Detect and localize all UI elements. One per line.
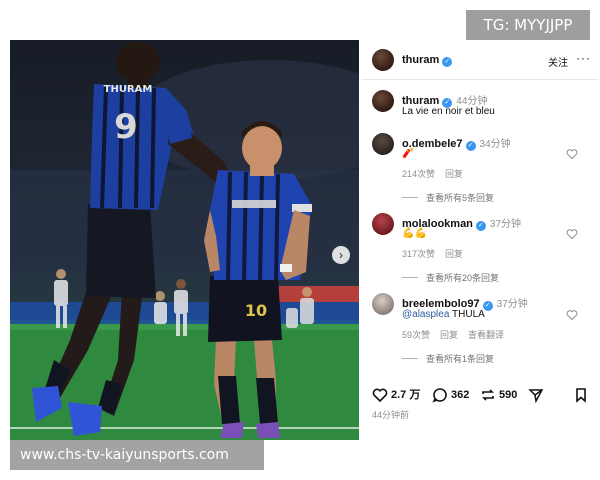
like-button[interactable]: 2.7 万 xyxy=(372,386,420,404)
action-bar: 2.7 万 362 590 xyxy=(362,386,598,408)
verified-badge-icon: ✓ xyxy=(465,141,476,151)
view-replies-link[interactable]: 查看所有20条回复 xyxy=(402,271,499,284)
comment-meta: 59次赞 回复 查看翻译 xyxy=(402,328,514,341)
divider xyxy=(402,197,418,198)
follow-button[interactable]: 关注 xyxy=(548,54,568,69)
avatar[interactable] xyxy=(372,49,394,71)
save-button[interactable] xyxy=(574,386,591,404)
chevron-right-icon[interactable]: › xyxy=(332,246,350,264)
divider xyxy=(402,277,418,278)
comment-text: 🧨 xyxy=(402,148,415,159)
watermark-top: TG: MYYJJPP xyxy=(466,10,590,40)
comment-likes[interactable]: 214次赞 xyxy=(402,169,435,179)
player1-name-text: THURAM xyxy=(104,84,153,95)
avatar[interactable] xyxy=(372,293,394,315)
avatar[interactable] xyxy=(372,213,394,235)
reply-button[interactable]: 回复 xyxy=(445,169,463,179)
verified-badge-icon: ✓ xyxy=(475,221,486,231)
avatar[interactable] xyxy=(372,90,394,112)
comment-count: 362 xyxy=(451,389,470,401)
comment-icon xyxy=(432,388,447,403)
comment-text: @alasplea THULA xyxy=(402,309,485,320)
share-button[interactable] xyxy=(528,386,547,404)
like-count: 2.7 万 xyxy=(391,389,421,401)
comment-button[interactable]: 362 xyxy=(432,386,469,404)
reply-button[interactable]: 回复 xyxy=(440,330,458,340)
watermark-bottom: www.chs-tv-kaiyunsports.com xyxy=(10,440,264,470)
repost-count: 590 xyxy=(499,389,518,401)
caption-text: La vie en noir et bleu xyxy=(402,106,495,117)
player2-number-text: 10 xyxy=(245,301,267,320)
avatar[interactable] xyxy=(372,133,394,155)
divider xyxy=(402,358,418,359)
heart-icon[interactable] xyxy=(566,148,578,160)
heart-icon[interactable] xyxy=(566,309,578,321)
heart-icon[interactable] xyxy=(566,228,578,240)
more-options-icon[interactable]: ··· xyxy=(576,51,591,65)
comment-meta: 214次赞 回复 xyxy=(402,167,473,180)
comment-time: 37分钟 xyxy=(489,219,522,230)
bookmark-icon xyxy=(576,388,586,403)
header-username[interactable]: thuram ✓ xyxy=(402,54,453,67)
comment-body: THULA xyxy=(452,309,485,320)
post-photo[interactable]: THURAM 9 10 › xyxy=(10,40,359,440)
comment-likes[interactable]: 317次赞 xyxy=(402,249,435,259)
comment-text: 💪💪 xyxy=(402,228,427,239)
post-side-panel: thuram ✓ 关注 ··· thuram ✓ 44分钟 La vie en noi… xyxy=(362,40,598,440)
heart-icon xyxy=(372,388,388,403)
reply-button[interactable]: 回复 xyxy=(445,249,463,259)
repost-button[interactable]: 590 xyxy=(480,386,517,404)
comment-time: 34分钟 xyxy=(479,139,511,150)
mention-link[interactable]: @alasplea xyxy=(402,309,449,320)
view-replies-link[interactable]: 查看所有5条回复 xyxy=(402,191,494,204)
player1-number-text: 9 xyxy=(114,107,138,147)
translate-button[interactable]: 查看翻译 xyxy=(468,330,504,340)
post-header: thuram ✓ 关注 ··· xyxy=(362,40,598,80)
comment-likes[interactable]: 59次赞 xyxy=(402,330,430,340)
photo-illustration: THURAM 9 10 xyxy=(10,42,359,440)
verified-badge-icon: ✓ xyxy=(442,57,453,67)
posted-time: 44分钟前 xyxy=(372,410,410,420)
comment-time: 37分钟 xyxy=(496,299,528,310)
view-replies-link[interactable]: 查看所有1条回复 xyxy=(402,352,494,365)
repost-icon xyxy=(482,389,494,401)
comment-username[interactable]: o.dembele7 ✓ 34分钟 xyxy=(402,135,511,151)
send-icon xyxy=(528,389,544,404)
comment-meta: 317次赞 回复 xyxy=(402,247,473,260)
